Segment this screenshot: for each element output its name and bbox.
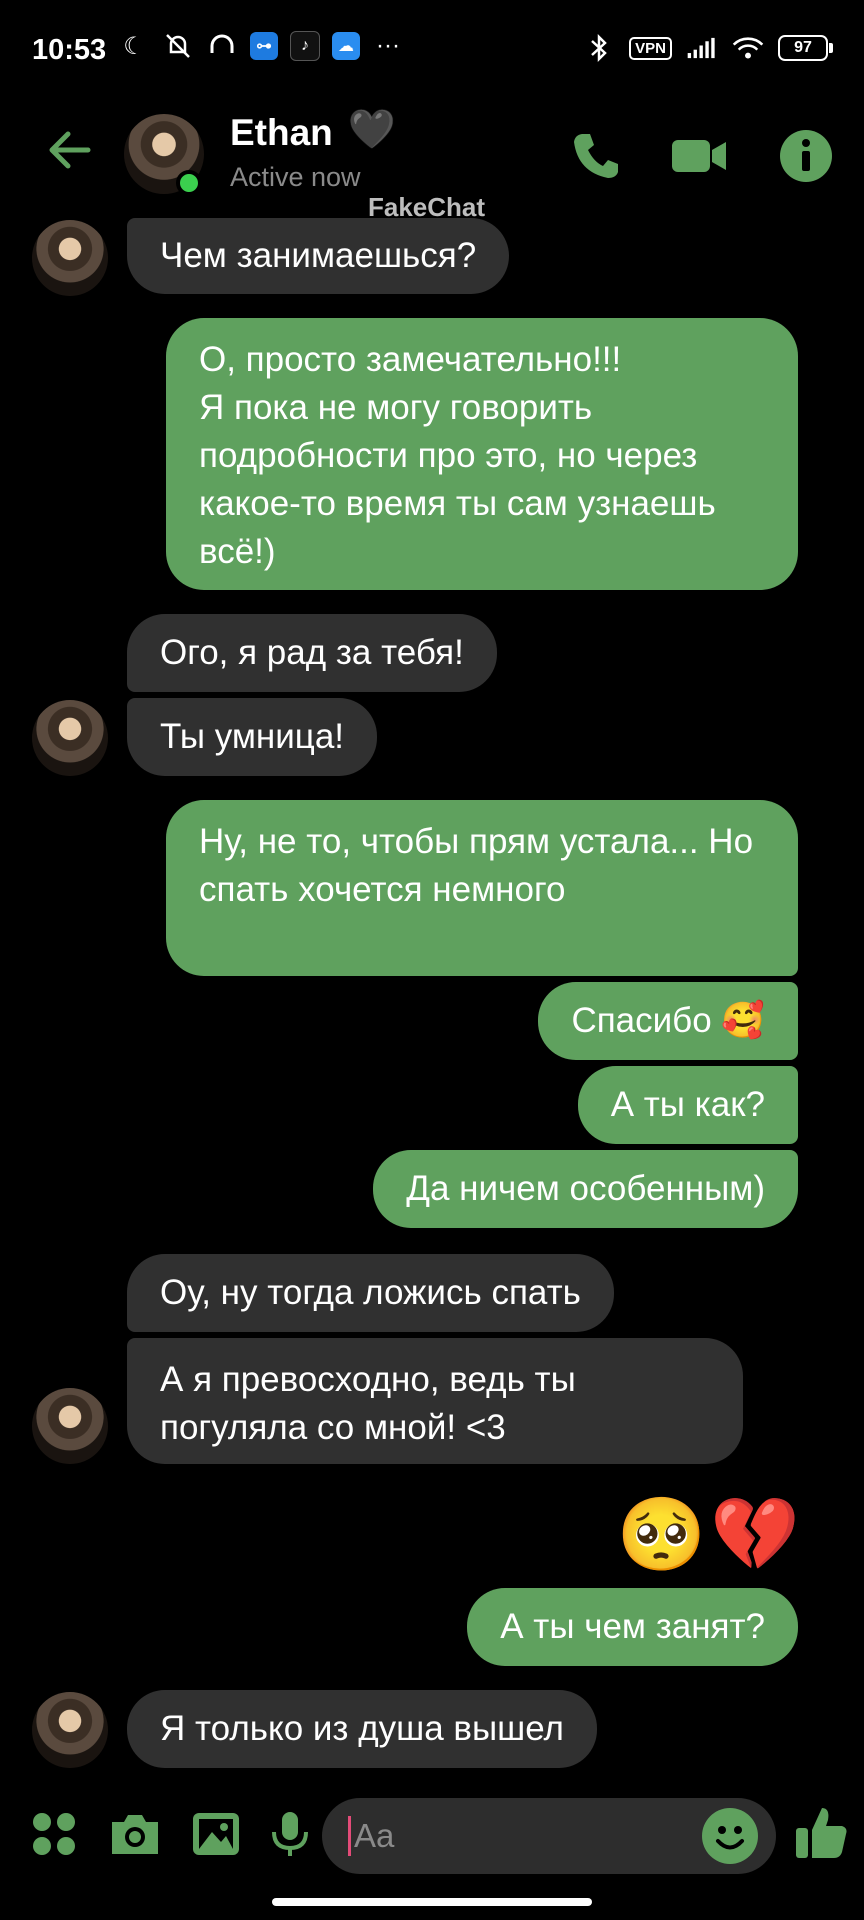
message-outgoing[interactable]: О, просто замечательно!!! Я пока не могу… [166,318,798,590]
message-incoming[interactable]: А я превосходно, ведь ты погуляла со мно… [127,1338,743,1464]
thumbs-up-icon[interactable] [792,1802,852,1862]
message-input[interactable]: Aa [322,1798,776,1874]
moon-icon: ☾ [123,32,145,60]
message-input-placeholder: Aa [354,1817,395,1854]
back-arrow-icon[interactable] [44,126,92,174]
battery-icon: 97 [778,35,833,61]
vpn-key-app-icon: ⊶ [250,32,278,60]
contact-avatar-small [32,1388,108,1464]
message-outgoing[interactable]: А ты как? [577,1066,798,1144]
message-incoming[interactable]: Ты умница! [127,698,378,776]
signal-icon [686,32,718,64]
text-cursor [348,1816,351,1856]
info-icon[interactable] [778,128,834,184]
message-incoming[interactable]: Ого, я рад за тебя! [127,614,497,692]
message-outgoing[interactable]: Да ничем особенным) [373,1150,798,1228]
message-outgoing[interactable]: Ну, не то, чтобы прям устала... Но спать… [166,800,798,976]
composer-bar: Aa [0,1780,864,1890]
gallery-icon[interactable] [190,1808,242,1860]
camera-icon[interactable] [108,1808,160,1860]
status-notification-icons: ☾ ⊶ ♪ ☁ ··· [118,30,404,62]
message-outgoing[interactable]: А ты чем занят? [467,1588,798,1666]
contact-avatar-small [32,1692,108,1768]
video-call-icon[interactable] [670,128,726,184]
wifi-icon [732,32,764,64]
microphone-icon[interactable] [264,1808,316,1860]
cloud-app-icon: ☁ [332,32,360,60]
vpn-badge: VPN [629,36,672,60]
tiktok-icon: ♪ [290,31,320,61]
status-bar: 10:53 ☾ ⊶ ♪ ☁ ··· VPN 97 [0,0,864,100]
message-incoming[interactable]: Оу, ну тогда ложись спать [127,1254,614,1332]
contact-name-emoji: 🖤 [348,109,396,151]
online-indicator [176,170,202,196]
contact-name[interactable]: Ethan [230,112,333,154]
contact-avatar-small [32,220,108,296]
contact-status: Active now [230,162,361,192]
status-system-icons: VPN 97 [583,32,833,64]
contact-avatar-small [32,700,108,776]
apps-grid-icon[interactable] [28,1808,80,1860]
status-time: 10:53 [32,34,107,66]
more-notifications-icon: ··· [376,32,400,59]
message-incoming[interactable]: Чем занимаешься? [127,218,510,294]
muted-bell-icon [162,30,194,62]
phone-call-icon[interactable] [568,128,624,184]
headphones-icon [206,30,238,62]
message-emoji[interactable]: 🥺💔 [617,1492,804,1577]
emoji-picker-icon[interactable] [702,1808,758,1864]
message-outgoing[interactable]: Спасибо 🥰 [538,982,798,1060]
home-indicator[interactable] [272,1898,592,1906]
message-incoming[interactable]: Я только из душа вышел [127,1690,597,1768]
bluetooth-icon [583,32,615,64]
